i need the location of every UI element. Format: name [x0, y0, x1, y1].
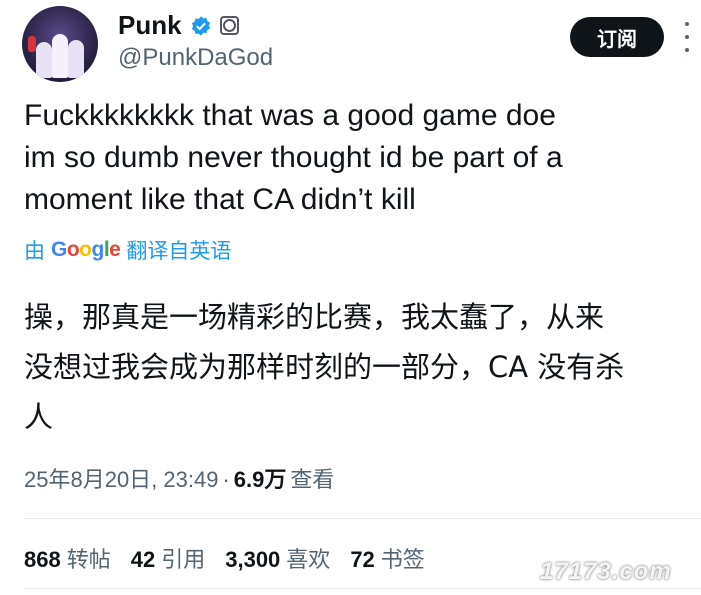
translated-line: 人	[24, 400, 54, 434]
views-label: 查看	[290, 467, 335, 492]
tweet-meta: 25年8月20日, 23:49 · 6.9万 查看	[24, 462, 334, 494]
avatar-figure	[36, 42, 52, 78]
translated-text: 操，那真是一场精彩的比赛，我太蠢了，从来 没想过我会成为那样时刻的一部分，CA …	[24, 292, 694, 442]
verified-badge-icon	[191, 15, 210, 36]
affiliate-badge-icon	[219, 16, 239, 35]
tweet-text-line: im so dumb never thought id be part of a	[24, 141, 563, 174]
translated-line: 没想过我会成为那样时刻的一部分，CA 没有杀	[24, 350, 625, 384]
translate-prefix: 由	[24, 240, 45, 263]
user-handle[interactable]: @PunkDaGod	[118, 44, 273, 72]
tweet-text: Fuckkkkkkkk that was a good game doe im …	[24, 95, 664, 221]
translated-line: 操，那真是一场精彩的比赛，我太蠢了，从来	[24, 300, 605, 334]
meta-separator: ·	[222, 467, 230, 492]
stat-quotes[interactable]: 42 引用	[131, 542, 206, 574]
watermark: 17173.com	[540, 558, 672, 585]
tweet-text-line: Fuckkkkkkkk that was a good game doe	[24, 99, 556, 132]
views-count: 6.9万	[233, 467, 287, 492]
translation-attribution[interactable]: 由 Google 翻译自英语	[24, 235, 231, 265]
subscribe-button[interactable]: 订阅	[570, 17, 664, 57]
avatar[interactable]	[22, 6, 98, 82]
timestamp[interactable]: 25年8月20日, 23:49	[24, 462, 218, 494]
google-logo: Google	[51, 238, 121, 261]
name-row: Punk	[118, 10, 239, 41]
tweet-text-line: moment like that CA didn’t kill	[24, 183, 416, 216]
avatar-figure	[68, 40, 84, 78]
avatar-accent	[28, 36, 36, 52]
divider	[24, 588, 701, 589]
display-name[interactable]: Punk	[118, 10, 182, 41]
stat-bookmarks[interactable]: 72 书签	[350, 542, 425, 574]
avatar-figure	[52, 34, 68, 78]
more-options-icon[interactable]	[684, 22, 690, 52]
translate-suffix: 翻译自英语	[126, 240, 232, 263]
engagement-stats: 868 转帖 42 引用 3,300 喜欢 72 书签	[24, 542, 425, 574]
divider	[24, 518, 701, 519]
stat-likes[interactable]: 3,300 喜欢	[225, 542, 330, 574]
stat-reposts[interactable]: 868 转帖	[24, 542, 111, 574]
